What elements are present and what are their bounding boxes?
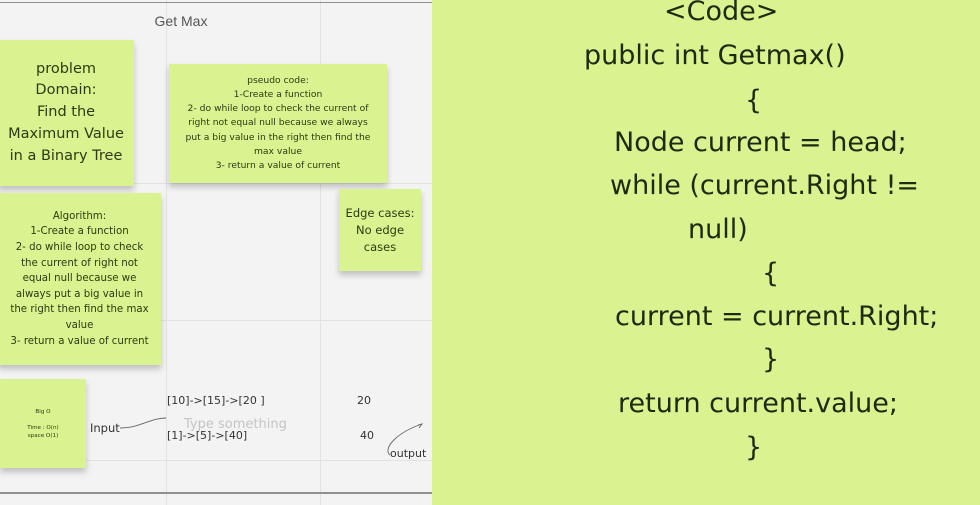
code-line: null) (688, 214, 748, 245)
output-value-1[interactable]: 20 (357, 394, 371, 407)
sticky-note-text: Big O Time : O(n) space O(1) (27, 408, 59, 439)
sticky-note-edge-cases[interactable]: Edge cases: No edge cases (339, 189, 421, 271)
sticky-note-problem-domain[interactable]: problem Domain: Find the Maximum Value i… (0, 40, 134, 186)
sticky-note-algorithm[interactable]: Algorithm: 1-Create a function 2- do whi… (0, 193, 161, 365)
code-line: { (745, 85, 763, 116)
code-line: return current.value; (618, 388, 898, 419)
sticky-note-text: Edge cases: No edge cases (345, 205, 415, 254)
frame-border-top (0, 2, 434, 3)
code-line: } (762, 344, 780, 375)
input-label[interactable]: Input (90, 421, 120, 435)
code-line: while (current.Right != (610, 170, 920, 201)
output-value-2[interactable]: 40 (360, 429, 374, 442)
sticky-note-text: Algorithm: 1-Create a function 2- do whi… (10, 210, 149, 347)
code-line: { (762, 258, 780, 289)
input-example-1[interactable]: [10]->[15]->[20 ] (167, 394, 265, 407)
code-line: Node current = head; (614, 127, 907, 158)
sticky-note-text: pseudo code: 1-Create a function 2- do w… (185, 75, 371, 171)
whiteboard-canvas[interactable]: Get Max problem Domain: Find the Maximum… (0, 0, 434, 505)
output-label[interactable]: output (390, 447, 426, 460)
frame-border-bottom (0, 492, 434, 494)
sticky-note-big-o[interactable]: Big O Time : O(n) space O(1) (0, 379, 86, 468)
code-line: public int Getmax() (584, 40, 846, 71)
sticky-note-code[interactable]: <Code> public int Getmax() { Node curren… (432, 0, 980, 505)
input-connector (119, 417, 167, 429)
sticky-note-pseudo-code[interactable]: pseudo code: 1-Create a function 2- do w… (169, 64, 387, 183)
code-line: current = current.Right; (615, 301, 939, 332)
text-input[interactable] (184, 414, 302, 434)
code-line: } (745, 432, 763, 463)
arrow-head-icon (417, 423, 424, 429)
sticky-note-text: problem Domain: Find the Maximum Value i… (8, 60, 124, 164)
code-line: <Code> (664, 0, 779, 27)
frame-title[interactable]: Get Max (140, 13, 222, 29)
